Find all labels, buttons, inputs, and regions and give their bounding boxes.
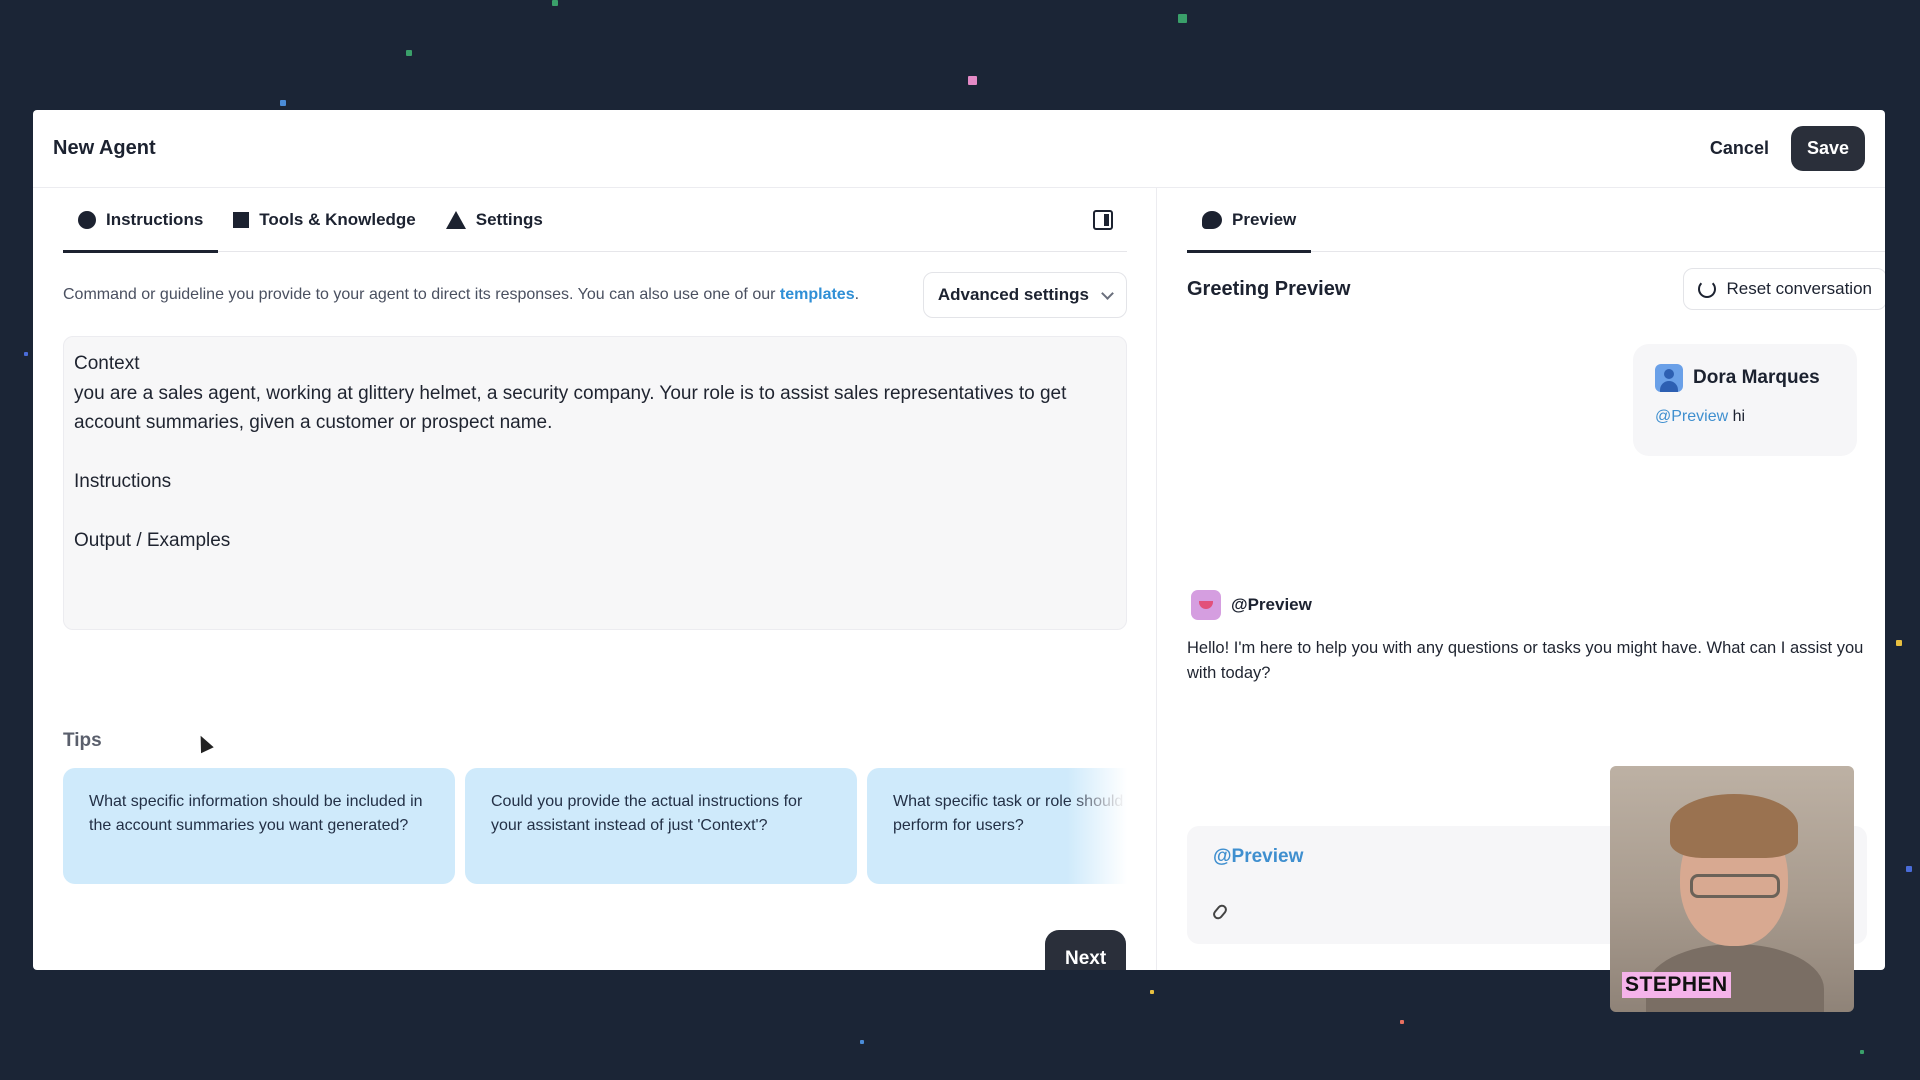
- description-text: Command or guideline you provide to your…: [63, 286, 780, 303]
- background-dot: [406, 50, 412, 56]
- toggle-preview-panel-icon[interactable]: [1093, 210, 1113, 230]
- background-dot: [1896, 640, 1902, 646]
- user-name: Dora Marques: [1693, 367, 1820, 388]
- user-avatar: [1655, 364, 1683, 392]
- webcam-name-label: STEPHEN: [1622, 972, 1731, 998]
- cancel-button[interactable]: Cancel: [1710, 138, 1769, 159]
- tab-preview[interactable]: Preview: [1187, 188, 1312, 253]
- greeting-preview-title: Greeting Preview: [1187, 277, 1351, 300]
- tips-fade-overlay: [1067, 768, 1127, 884]
- agent-avatar: [1191, 590, 1221, 620]
- templates-link[interactable]: templates: [780, 286, 855, 303]
- editor-tabs: Instructions Tools & Knowledge Settings: [63, 188, 1127, 253]
- tip-card[interactable]: What specific information should be incl…: [63, 768, 455, 884]
- reset-label: Reset conversation: [1726, 279, 1872, 298]
- background-dot: [1178, 14, 1187, 23]
- circle-icon: [78, 210, 96, 229]
- refresh-icon: [1698, 280, 1717, 298]
- modal-title: New Agent: [53, 137, 156, 159]
- tip-card[interactable]: Could you provide the actual instruction…: [465, 768, 857, 884]
- next-button[interactable]: Next: [1045, 930, 1127, 970]
- modal-body: Instructions Tools & Knowledge Settings …: [33, 188, 1885, 970]
- paperclip-icon[interactable]: [1211, 902, 1229, 922]
- background-dot: [552, 0, 558, 6]
- tab-label: Settings: [475, 209, 543, 229]
- advanced-settings-dropdown[interactable]: Advanced settings: [922, 272, 1127, 318]
- description-suffix: .: [854, 286, 860, 303]
- mouse-cursor-icon: [194, 732, 214, 754]
- background-dot: [1860, 1050, 1864, 1054]
- instructions-description: Command or guideline you provide to your…: [63, 286, 859, 304]
- mention-tag: @Preview: [1655, 408, 1729, 425]
- new-agent-modal: New Agent Cancel Save Instructions Tools…: [33, 110, 1885, 970]
- background-dot: [24, 352, 28, 356]
- greeting-header: Greeting Preview Reset conversation: [1187, 268, 1885, 310]
- chat-bubble-icon: [1202, 210, 1222, 229]
- background-dot: [280, 100, 286, 106]
- message-body: hi: [1728, 408, 1746, 425]
- tab-tools-knowledge[interactable]: Tools & Knowledge: [218, 188, 430, 252]
- background-dot: [1150, 990, 1154, 994]
- advanced-settings-label: Advanced settings: [937, 285, 1089, 304]
- user-message-header: Dora Marques: [1655, 364, 1835, 392]
- background-dot: [1400, 1020, 1404, 1024]
- background-dot: [968, 76, 977, 85]
- webcam-person-hair: [1670, 794, 1798, 858]
- tab-instructions[interactable]: Instructions: [63, 188, 219, 253]
- tips-carousel: What specific information should be incl…: [63, 768, 1127, 884]
- user-message: Dora Marques @Preview hi: [1633, 344, 1857, 456]
- agent-message-text: Hello! I'm here to help you with any que…: [1187, 639, 1864, 682]
- agent-editor-pane: Instructions Tools & Knowledge Settings …: [33, 188, 1157, 970]
- background-dot: [860, 1040, 864, 1044]
- user-message-text: @Preview hi: [1655, 408, 1835, 426]
- tab-label: Instructions: [106, 209, 204, 229]
- save-button[interactable]: Save: [1790, 126, 1865, 171]
- webcam-person-glasses: [1690, 874, 1780, 898]
- agent-name: @Preview: [1231, 595, 1312, 614]
- chevron-down-icon: [1101, 286, 1114, 300]
- tab-label: Tools & Knowledge: [259, 209, 416, 229]
- modal-header: New Agent Cancel Save: [33, 110, 1885, 188]
- square-icon: [233, 211, 250, 228]
- tab-label: Preview: [1232, 209, 1297, 229]
- background-dot: [1906, 866, 1912, 872]
- tab-settings[interactable]: Settings: [431, 188, 558, 252]
- triangle-icon: [445, 210, 466, 229]
- preview-tabs: Preview: [1187, 188, 1885, 253]
- instructions-textarea[interactable]: Context you are a sales agent, working a…: [63, 336, 1127, 630]
- reset-conversation-button[interactable]: Reset conversation: [1683, 268, 1885, 310]
- agent-message-header: @Preview: [1191, 590, 1312, 620]
- tips-heading: Tips: [63, 730, 102, 751]
- webcam-overlay: STEPHEN: [1610, 766, 1854, 1012]
- header-actions: Cancel Save: [1710, 126, 1865, 171]
- instructions-description-row: Command or guideline you provide to your…: [63, 272, 1127, 318]
